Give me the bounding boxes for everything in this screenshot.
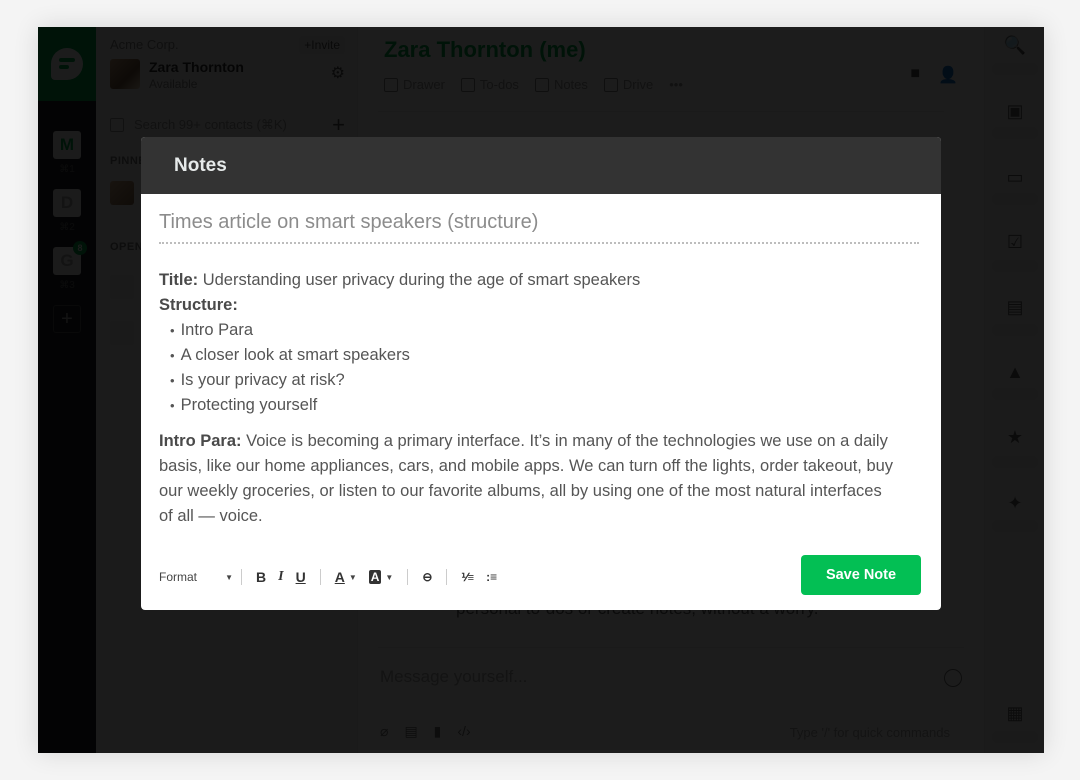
note-editor[interactable]: Title: Uderstanding user privacy during … xyxy=(159,268,899,529)
highlight-icon: A xyxy=(368,570,382,584)
modal-header: Notes xyxy=(141,137,941,194)
italic-button[interactable]: I xyxy=(272,569,289,585)
format-toolbar: Format ▼ B I U A ▼ A ▼ ⊖ ⅟≡ :≡ xyxy=(159,567,503,587)
highlight-button[interactable]: A ▼ xyxy=(363,570,400,584)
list-item: Intro Para xyxy=(170,318,899,343)
chevron-down-icon: ▼ xyxy=(225,572,233,582)
numbered-list-icon: ⅟≡ xyxy=(461,571,475,584)
underline-button[interactable]: U xyxy=(290,569,312,585)
chevron-down-icon: ▼ xyxy=(348,572,357,582)
intro-paragraph: Intro Para: Voice is becoming a primary … xyxy=(159,429,899,529)
intro-text: Voice is becoming a primary interface. I… xyxy=(159,432,894,525)
link-button[interactable]: ⊖ xyxy=(416,570,438,584)
title-line: Title: Uderstanding user privacy during … xyxy=(159,268,899,293)
divider xyxy=(241,569,242,585)
divider xyxy=(407,569,409,585)
intro-label: Intro Para: xyxy=(159,432,242,450)
list-item: Is your privacy at risk? xyxy=(170,368,899,393)
format-label: Format xyxy=(159,570,198,584)
numbered-list-button[interactable]: ⅟≡ xyxy=(455,571,480,584)
modal-title: Notes xyxy=(174,154,227,176)
bullet-list-button[interactable]: :≡ xyxy=(480,570,503,584)
title-value: Uderstanding user privacy during the age… xyxy=(202,271,641,289)
divider xyxy=(319,569,321,585)
list-item: A closer look at smart speakers xyxy=(170,343,899,368)
format-dropdown[interactable]: Format ▼ xyxy=(159,570,233,584)
divider xyxy=(446,569,448,585)
save-note-button[interactable]: Save Note xyxy=(801,555,921,595)
structure-label: Structure: xyxy=(159,296,238,314)
structure-list: Intro Para A closer look at smart speake… xyxy=(159,318,899,418)
bold-button[interactable]: B xyxy=(250,569,272,585)
note-title-input[interactable]: Times article on smart speakers (structu… xyxy=(159,211,919,244)
notes-modal: Notes Times article on smart speakers (s… xyxy=(141,137,941,610)
font-color-button[interactable]: A ▼ xyxy=(329,569,363,585)
font-color-icon: A xyxy=(334,569,345,585)
bullet-list-icon: :≡ xyxy=(486,570,498,584)
link-icon: ⊖ xyxy=(422,570,433,584)
title-label: Title: xyxy=(159,271,199,289)
list-item: Protecting yourself xyxy=(170,393,899,418)
structure-heading: Structure: xyxy=(159,293,899,318)
chevron-down-icon: ▼ xyxy=(385,572,394,582)
